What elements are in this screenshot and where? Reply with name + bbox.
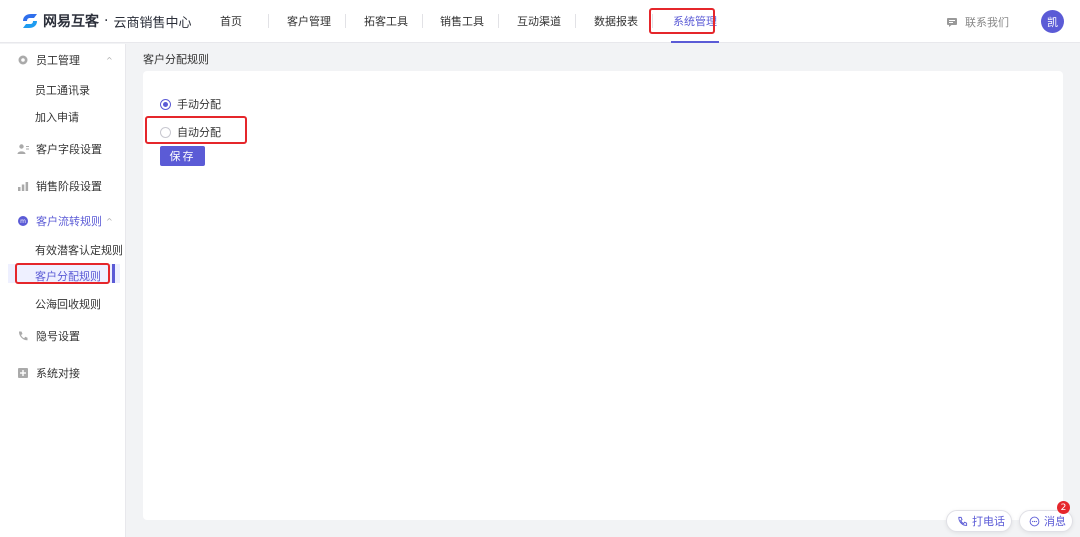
active-tab-indicator: [671, 40, 719, 43]
brand-subtitle: 云商销售中心: [113, 15, 192, 31]
sidebar-group-label: 系统对接: [36, 367, 80, 380]
svg-text:m: m: [20, 218, 26, 225]
nav-label: 客户管理: [287, 15, 331, 28]
chat-icon: [947, 18, 957, 27]
contact-us-link[interactable]: 联系我们: [946, 14, 1009, 30]
sidebar-item-staff-directory[interactable]: 员工通讯录: [35, 82, 90, 98]
contact-label: 联系我们: [965, 16, 1009, 29]
main-nav: 首页 客户管理 拓客工具 销售工具 互动渠道 数据报表 系统管理: [220, 0, 719, 43]
sidebar-item-pool-recycle-rules[interactable]: 公海回收规则: [35, 296, 101, 312]
sidebar-item-customer-assignment-rules[interactable]: 客户分配规则: [35, 268, 101, 284]
sidebar-item-join-requests[interactable]: 加入申请: [35, 109, 79, 125]
sidebar-group-sales-stages[interactable]: 销售阶段设置: [0, 178, 126, 194]
nav-sales-tools[interactable]: 销售工具: [440, 0, 498, 43]
phone-icon: [18, 331, 28, 341]
sidebar-group-label: 销售阶段设置: [36, 180, 102, 193]
radio-button-unchecked[interactable]: [160, 126, 171, 138]
gear-icon: [18, 55, 28, 65]
connect-icon: [18, 368, 28, 378]
nav-data-reports[interactable]: 数据报表: [594, 0, 652, 43]
sidebar-item-valid-lead-rules[interactable]: 有效潜客认定规则: [35, 242, 123, 258]
nav-label: 首页: [220, 15, 242, 28]
phone-icon: [958, 516, 968, 526]
radio-button-checked[interactable]: [160, 98, 171, 110]
sidebar-group-label: 客户字段设置: [36, 143, 102, 156]
nav-home[interactable]: 首页: [220, 0, 268, 43]
top-navbar: 网易互客 · 云商销售中心 首页 客户管理 拓客工具 销售工具 互动渠道 数据报…: [0, 0, 1080, 43]
chevron-up-icon: ^: [106, 55, 113, 65]
sidebar-group-customer-flow-rules[interactable]: m 客户流转规则 ^: [0, 213, 126, 229]
nav-divider: [422, 14, 423, 28]
nav-interactive-channels[interactable]: 互动渠道: [517, 0, 575, 43]
active-item-indicator: [112, 264, 115, 283]
nav-label: 互动渠道: [517, 15, 561, 28]
bar-chart-icon: [18, 182, 29, 191]
page-title: 客户分配规则: [143, 53, 209, 66]
nav-divider: [345, 14, 346, 28]
sidebar-group-hidden-number[interactable]: 隐号设置: [0, 328, 126, 344]
nav-prospecting-tools[interactable]: 拓客工具: [364, 0, 422, 43]
sidebar-group-label: 客户流转规则: [36, 215, 102, 228]
message-icon: [1029, 516, 1040, 526]
flow-icon: m: [18, 216, 28, 226]
radio-label: 手动分配: [177, 98, 221, 111]
radio-manual-assignment[interactable]: 手动分配: [160, 96, 221, 112]
nav-label: 系统管理: [673, 15, 717, 28]
user-fields-icon: [17, 144, 29, 154]
nav-label: 数据报表: [594, 15, 638, 28]
content-card: [143, 71, 1063, 520]
brand-name: 网易互客: [43, 14, 99, 30]
sidebar-group-label: 员工管理: [36, 54, 80, 67]
message-count-badge: 2: [1057, 501, 1070, 514]
sidebar-group-label: 隐号设置: [36, 330, 80, 343]
nav-divider: [652, 14, 653, 28]
sidebar-group-staff-management[interactable]: 员工管理 ^: [0, 52, 126, 68]
nav-system-management[interactable]: 系统管理: [671, 0, 719, 43]
nav-divider: [575, 14, 576, 28]
radio-label: 自动分配: [177, 126, 221, 139]
nav-label: 销售工具: [440, 15, 484, 28]
nav-label: 拓客工具: [364, 15, 408, 28]
nav-divider: [268, 14, 269, 28]
sidebar-group-customer-fields[interactable]: 客户字段设置: [0, 141, 126, 157]
chevron-up-icon: ^: [106, 216, 113, 226]
logo[interactable]: 网易互客 · 云商销售中心: [20, 11, 220, 31]
save-button[interactable]: 保存: [160, 146, 205, 166]
sidebar-group-system-integration[interactable]: 系统对接: [0, 365, 126, 381]
message-label: 消息: [1044, 515, 1066, 528]
avatar[interactable]: 凯: [1041, 10, 1064, 33]
brand-separator: ·: [104, 13, 109, 29]
nav-customer-management[interactable]: 客户管理: [287, 0, 345, 43]
radio-auto-assignment[interactable]: 自动分配: [160, 124, 221, 140]
call-label: 打电话: [972, 515, 1005, 528]
logo-icon: [23, 14, 37, 28]
nav-divider: [498, 14, 499, 28]
call-button[interactable]: 打电话: [946, 510, 1012, 532]
